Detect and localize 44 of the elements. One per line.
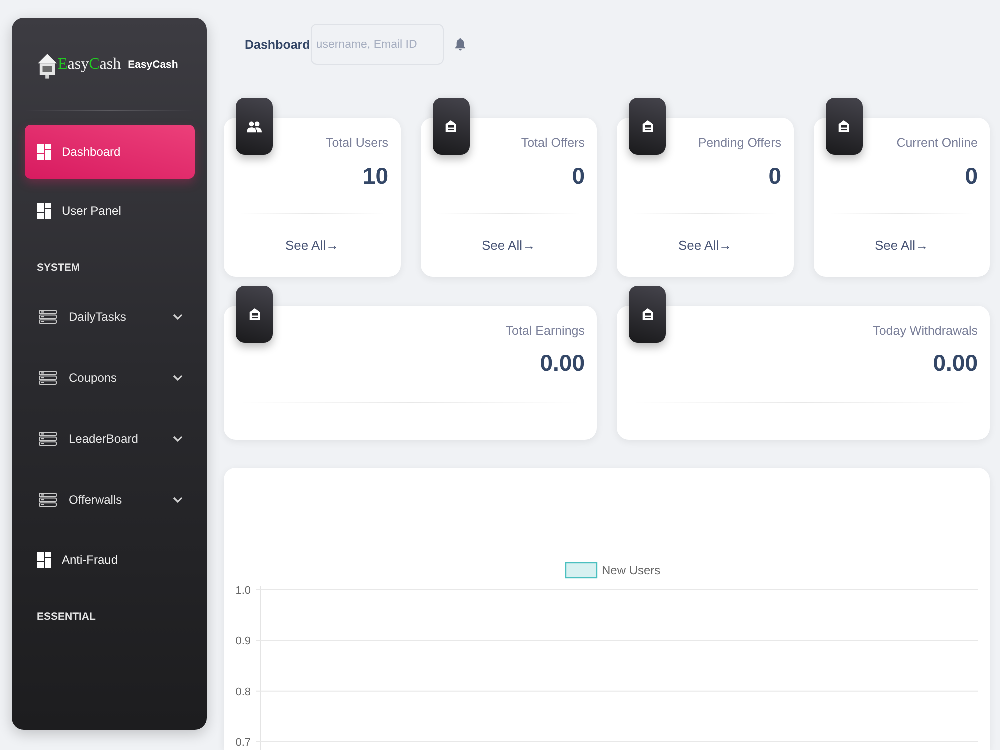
logo-wordmark: EasyCash <box>58 55 122 75</box>
section-heading: SYSTEM <box>37 261 80 275</box>
legend-swatch-icon[interactable] <box>565 562 598 579</box>
nav-item[interactable]: User Panel <box>25 184 195 238</box>
stat-value: 0.00 <box>540 349 585 378</box>
stat-title: Total Users <box>326 135 388 152</box>
nav-item[interactable]: Dashboard <box>25 125 195 179</box>
server-icon <box>39 493 57 507</box>
see-all-link[interactable]: See All→ <box>875 236 928 256</box>
nav-item[interactable]: Coupons <box>25 350 195 406</box>
stat-value: 0 <box>768 162 782 191</box>
stat-value: 0 <box>572 162 585 191</box>
stat-title: Total Offers <box>521 135 585 152</box>
y-axis-label: 0.9 <box>236 636 251 648</box>
stat-value: 0 <box>965 162 978 191</box>
see-all-link[interactable]: See All→ <box>678 236 732 256</box>
nav-item[interactable]: DailyTasks <box>25 289 195 345</box>
dashboard-icon <box>37 552 51 568</box>
legend-label[interactable]: New Users <box>602 564 661 578</box>
stat-title: Today Withdrawals <box>873 323 978 340</box>
nav-item[interactable]: Offerwalls <box>25 472 195 528</box>
page-title: Dashboard <box>245 38 310 52</box>
y-axis-label: 1.0 <box>236 585 251 597</box>
section-heading: ESSENTIAL <box>37 610 96 624</box>
see-all-link[interactable]: See All→ <box>482 236 536 256</box>
stat-title: Pending Offers <box>698 135 782 152</box>
brand-name: EasyCash <box>128 59 178 71</box>
nav-item[interactable]: Anti-Fraud <box>25 533 195 587</box>
house-icon <box>38 52 57 78</box>
stat-value: 10 <box>362 162 388 191</box>
server-icon <box>39 310 57 324</box>
server-icon <box>39 432 57 446</box>
y-axis-label: 0.7 <box>236 737 251 749</box>
stat-value: 0.00 <box>933 349 978 378</box>
stat-title: Current Online <box>896 135 978 152</box>
server-icon <box>39 371 57 385</box>
see-all-link[interactable]: See All→ <box>286 236 339 256</box>
search-field[interactable]: username, Email ID <box>311 24 444 65</box>
dashboard-icon <box>37 203 51 219</box>
dashboard-icon <box>37 144 51 160</box>
nav-item[interactable]: LeaderBoard <box>25 411 195 467</box>
y-axis-label: 0.8 <box>236 686 251 698</box>
bell-icon[interactable] <box>455 38 466 51</box>
stat-title: Total Earnings <box>506 323 585 340</box>
